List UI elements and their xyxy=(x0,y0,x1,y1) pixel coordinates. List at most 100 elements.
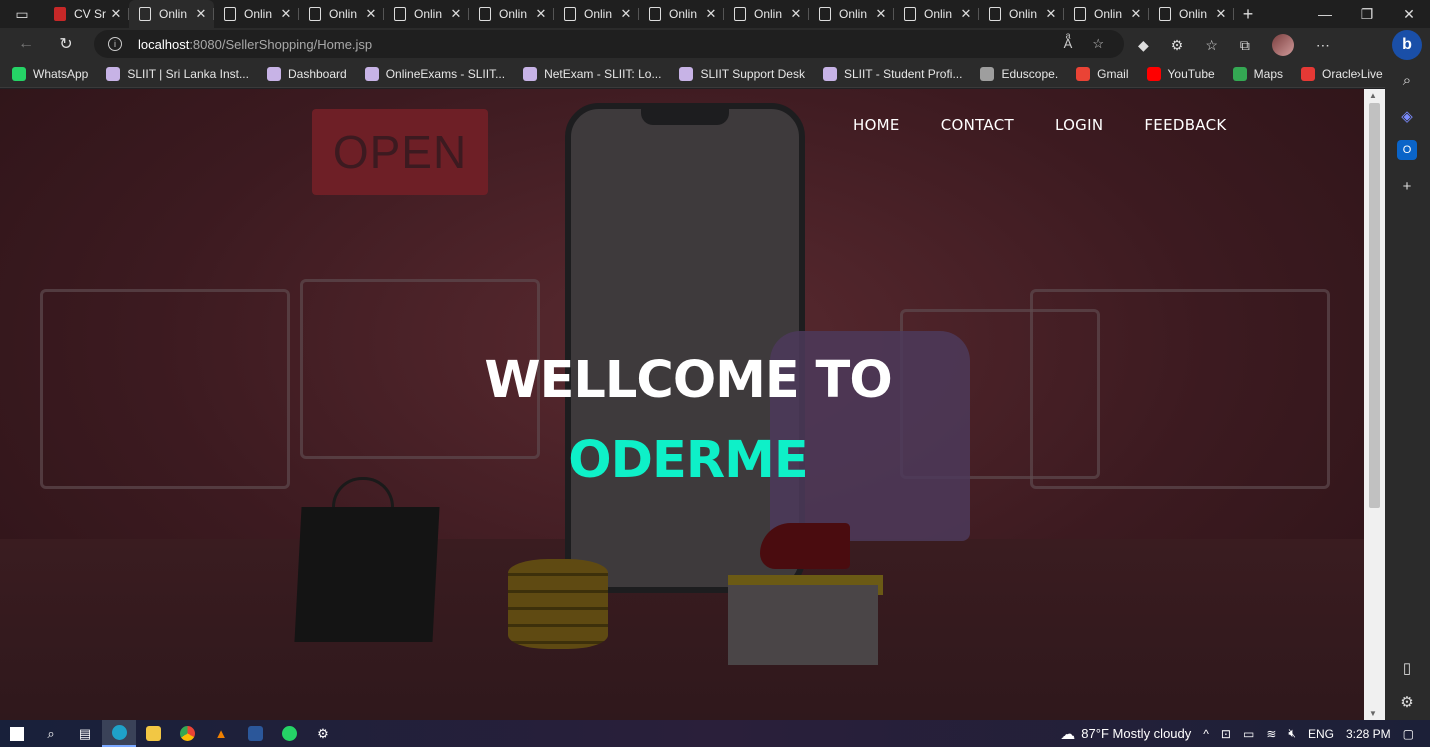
bookmark-label: SLIIT | Sri Lanka Inst... xyxy=(127,66,249,81)
close-tab-icon[interactable]: ✕ xyxy=(364,6,378,22)
settings-icon[interactable]: ⚙ xyxy=(306,720,340,747)
tab-actions-icon[interactable]: ▭ xyxy=(0,0,44,28)
add-sidebar-app-icon[interactable]: + xyxy=(1397,176,1417,196)
close-tab-icon[interactable]: ✕ xyxy=(619,6,633,22)
extensions-puzzle-icon[interactable]: ⚙ xyxy=(1171,37,1184,54)
close-tab-icon[interactable]: ✕ xyxy=(109,6,123,22)
word-icon[interactable] xyxy=(238,720,272,747)
browser-tab[interactable]: Onlin ✕ xyxy=(1064,0,1149,28)
bookmark-item[interactable]: WhatsApp xyxy=(12,66,88,81)
bookmark-item[interactable]: Dashboard xyxy=(266,66,347,81)
close-tab-icon[interactable]: ✕ xyxy=(449,6,463,22)
minimize-icon[interactable]: — xyxy=(1304,0,1346,28)
close-tab-icon[interactable]: ✕ xyxy=(279,6,293,22)
language-indicator[interactable]: ENG xyxy=(1308,727,1334,741)
nav-feedback[interactable]: FEEDBACK xyxy=(1144,116,1226,134)
close-tab-icon[interactable]: ✕ xyxy=(959,6,973,22)
wifi-icon[interactable]: ≋ xyxy=(1266,727,1276,741)
scrollbar-thumb[interactable] xyxy=(1369,103,1380,508)
browser-tab[interactable]: Onlin ✕ xyxy=(724,0,809,28)
scroll-up-icon[interactable]: ▲ xyxy=(1369,91,1377,100)
site-info-icon[interactable]: i xyxy=(108,37,122,51)
clock[interactable]: 3:28 PM xyxy=(1346,727,1391,741)
browser-tab[interactable]: Onlin ✕ xyxy=(809,0,894,28)
sidebar-panel-icon[interactable]: ▯ xyxy=(1397,658,1417,678)
refresh-icon[interactable]: ↻ xyxy=(46,34,86,54)
network-icon[interactable]: ⊡ xyxy=(1221,727,1231,741)
bing-copilot-icon[interactable]: b xyxy=(1392,30,1422,60)
tab-label: Onlin xyxy=(1009,7,1038,21)
close-tab-icon[interactable]: ✕ xyxy=(1214,6,1228,22)
close-tab-icon[interactable]: ✕ xyxy=(874,6,888,22)
battery-icon[interactable]: ▭ xyxy=(1243,727,1254,741)
collections-icon[interactable]: ⧉ xyxy=(1240,37,1250,54)
outlook-icon[interactable]: O xyxy=(1397,140,1417,160)
close-tab-icon[interactable]: ✕ xyxy=(704,6,718,22)
favorite-add-icon[interactable]: ☆ xyxy=(1092,36,1104,52)
back-icon[interactable]: ← xyxy=(6,35,46,53)
read-aloud-icon[interactable]: Aͣ xyxy=(1064,36,1073,52)
browser-tab[interactable]: Onlin ✕ xyxy=(299,0,384,28)
browser-tab[interactable]: Onlin ✕ xyxy=(639,0,724,28)
edge-taskbar-icon[interactable] xyxy=(102,720,136,747)
search-icon[interactable]: ⌕ xyxy=(1397,70,1417,90)
weather-icon[interactable]: ☁ xyxy=(1060,725,1075,743)
favorites-icon[interactable]: ☆ xyxy=(1205,37,1218,54)
browser-tab[interactable]: Onlin ✕ xyxy=(129,0,214,28)
page-icon xyxy=(734,7,746,21)
browser-tab[interactable]: Onlin ✕ xyxy=(384,0,469,28)
smartphone-image xyxy=(565,103,805,593)
browser-tab[interactable]: Onlin ✕ xyxy=(214,0,299,28)
browser-tab[interactable]: Onlin ✕ xyxy=(469,0,554,28)
bookmark-item[interactable]: NetExam - SLIIT: Lo... xyxy=(523,66,661,81)
close-tab-icon[interactable]: ✕ xyxy=(789,6,803,22)
settings-gear-icon[interactable]: ⚙ xyxy=(1397,692,1417,712)
bookmark-item[interactable]: SLIIT | Sri Lanka Inst... xyxy=(106,66,249,81)
bookmark-label: Gmail xyxy=(1097,66,1129,81)
tab-label: Onlin xyxy=(839,7,868,21)
extension-icon[interactable]: ◆ xyxy=(1138,37,1149,54)
profile-avatar[interactable] xyxy=(1271,34,1294,56)
bookmarks-overflow-icon[interactable]: › xyxy=(1357,66,1361,81)
browser-tab[interactable]: Onlin ✕ xyxy=(894,0,979,28)
notifications-icon[interactable]: ▢ xyxy=(1403,727,1414,741)
close-tab-icon[interactable]: ✕ xyxy=(1129,6,1143,22)
browser-tab[interactable]: Onlin ✕ xyxy=(1149,0,1234,28)
close-tab-icon[interactable]: ✕ xyxy=(534,6,548,22)
scroll-down-icon[interactable]: ▼ xyxy=(1369,709,1377,718)
bookmark-item[interactable]: OnlineExams - SLIIT... xyxy=(364,66,506,81)
browser-tab[interactable]: Onlin ✕ xyxy=(554,0,639,28)
bookmark-item[interactable]: SLIIT Support Desk xyxy=(679,66,805,81)
vlc-icon[interactable]: ▲ xyxy=(204,720,238,747)
browser-tab[interactable]: Onlin ✕ xyxy=(979,0,1064,28)
start-icon[interactable] xyxy=(0,720,34,747)
chevron-up-icon[interactable]: ^ xyxy=(1203,727,1209,741)
close-tab-icon[interactable]: ✕ xyxy=(194,6,208,22)
file-explorer-icon[interactable] xyxy=(136,720,170,747)
close-tab-icon[interactable]: ✕ xyxy=(1044,6,1058,22)
volume-muted-icon[interactable]: 🔇︎ xyxy=(1288,726,1296,741)
nav-contact[interactable]: CONTACT xyxy=(941,116,1014,134)
copilot-icon[interactable]: ◈ xyxy=(1397,106,1417,126)
bookmark-item[interactable]: SLIIT - Student Profi... xyxy=(822,66,962,81)
bookmark-item[interactable]: Eduscope. xyxy=(980,66,1058,81)
bookmark-label: OnlineExams - SLIIT... xyxy=(385,66,506,81)
weather-text[interactable]: 87°F Mostly cloudy xyxy=(1081,726,1191,741)
browser-tab[interactable]: CV Sr ✕ xyxy=(44,0,129,28)
search-icon[interactable]: ⌕ xyxy=(34,720,68,747)
bookmark-item[interactable]: Maps xyxy=(1232,66,1283,81)
close-window-icon[interactable]: ✕ xyxy=(1388,0,1430,28)
restore-icon[interactable]: ❐ xyxy=(1346,0,1388,28)
bookmark-item[interactable]: Gmail xyxy=(1076,66,1129,81)
new-tab-button[interactable]: + xyxy=(1234,4,1262,25)
task-view-icon[interactable]: ▤ xyxy=(68,720,102,747)
more-menu-icon[interactable]: ⋯ xyxy=(1316,37,1330,54)
address-bar[interactable]: i localhost:8080/SellerShopping/Home.jsp… xyxy=(94,30,1124,58)
page-icon xyxy=(904,7,916,21)
nav-login[interactable]: LOGIN xyxy=(1055,116,1103,134)
page-scrollbar[interactable]: ▲ ▼ xyxy=(1364,89,1385,720)
bookmark-item[interactable]: YouTube xyxy=(1146,66,1215,81)
chrome-icon[interactable] xyxy=(170,720,204,747)
nav-home[interactable]: HOME xyxy=(853,116,900,134)
whatsapp-icon[interactable] xyxy=(272,720,306,747)
